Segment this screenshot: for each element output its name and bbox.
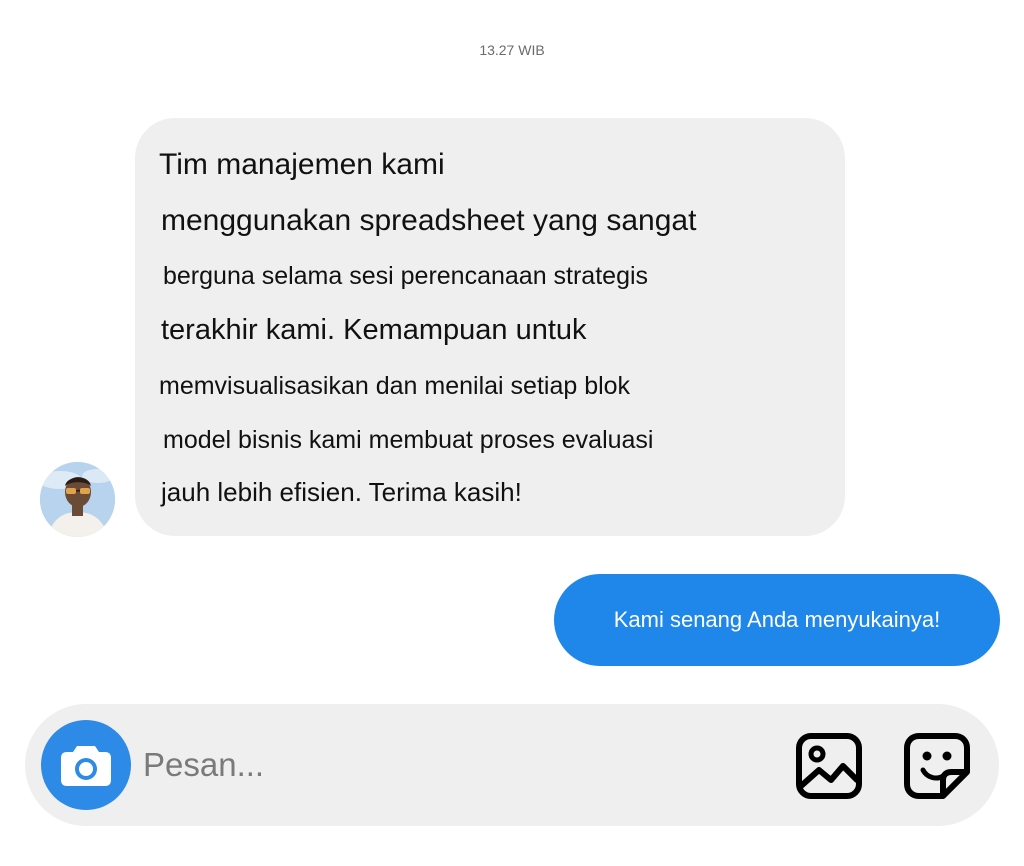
gallery-button[interactable] xyxy=(795,732,863,800)
camera-button[interactable] xyxy=(41,720,131,810)
avatar[interactable] xyxy=(40,462,115,537)
sticker-button[interactable] xyxy=(903,732,971,800)
message-line: terakhir kami. Kemampuan untuk xyxy=(161,314,587,346)
incoming-message-row: Tim manajemen kami menggunakan spreadshe… xyxy=(40,118,850,538)
camera-icon xyxy=(61,746,111,786)
incoming-message-bubble[interactable]: Tim manajemen kami menggunakan spreadshe… xyxy=(135,118,845,536)
sticker-icon xyxy=(904,733,970,799)
message-line: Tim manajemen kami xyxy=(159,148,445,181)
avatar-image xyxy=(40,462,115,537)
message-timestamp: 13.27 WIB xyxy=(479,42,545,58)
message-composer xyxy=(25,704,999,826)
outgoing-message-bubble[interactable]: Kami senang Anda menyukainya! xyxy=(554,574,1000,666)
message-line: memvisualisasikan dan menilai setiap blo… xyxy=(159,372,631,400)
chat-screen: 13.27 WIB Tim manajemen kami menggunakan… xyxy=(0,0,1024,866)
message-line: jauh lebih efisien. Terima kasih! xyxy=(161,477,522,507)
outgoing-message-text: Kami senang Anda menyukainya! xyxy=(613,607,941,632)
image-icon xyxy=(796,733,862,799)
message-line: berguna selama sesi perencanaan strategi… xyxy=(163,262,649,290)
message-input[interactable] xyxy=(143,742,743,788)
message-line: menggunakan spreadsheet yang sangat xyxy=(161,204,697,237)
message-line: model bisnis kami membuat proses evaluas… xyxy=(163,426,654,454)
